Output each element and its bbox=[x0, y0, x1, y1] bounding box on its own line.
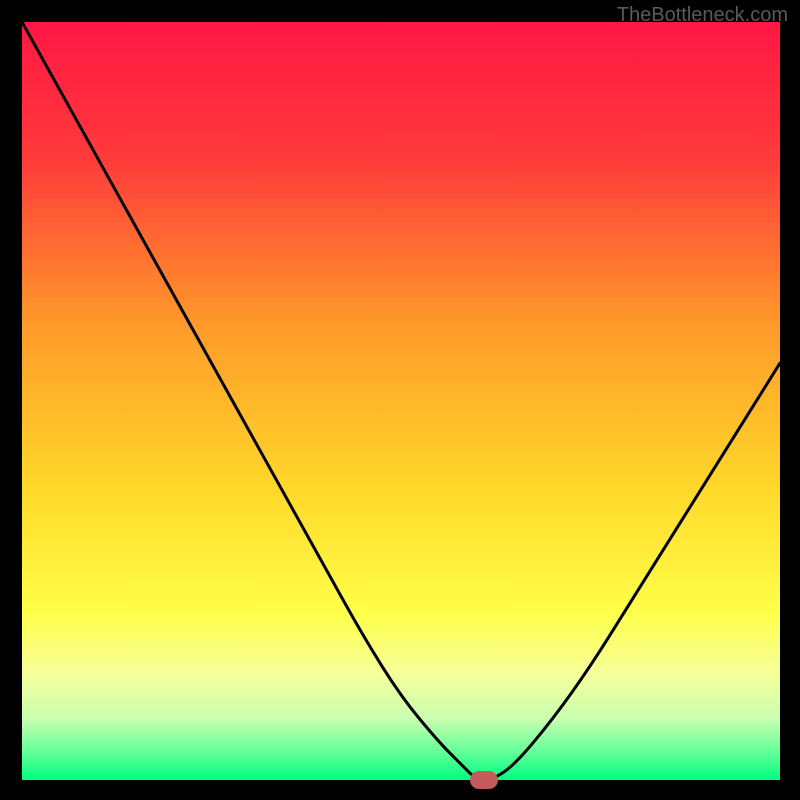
chart-marker bbox=[470, 771, 498, 789]
watermark-text: TheBottleneck.com bbox=[617, 4, 788, 27]
chart-curve bbox=[22, 22, 780, 780]
chart-plot-area bbox=[22, 22, 780, 780]
